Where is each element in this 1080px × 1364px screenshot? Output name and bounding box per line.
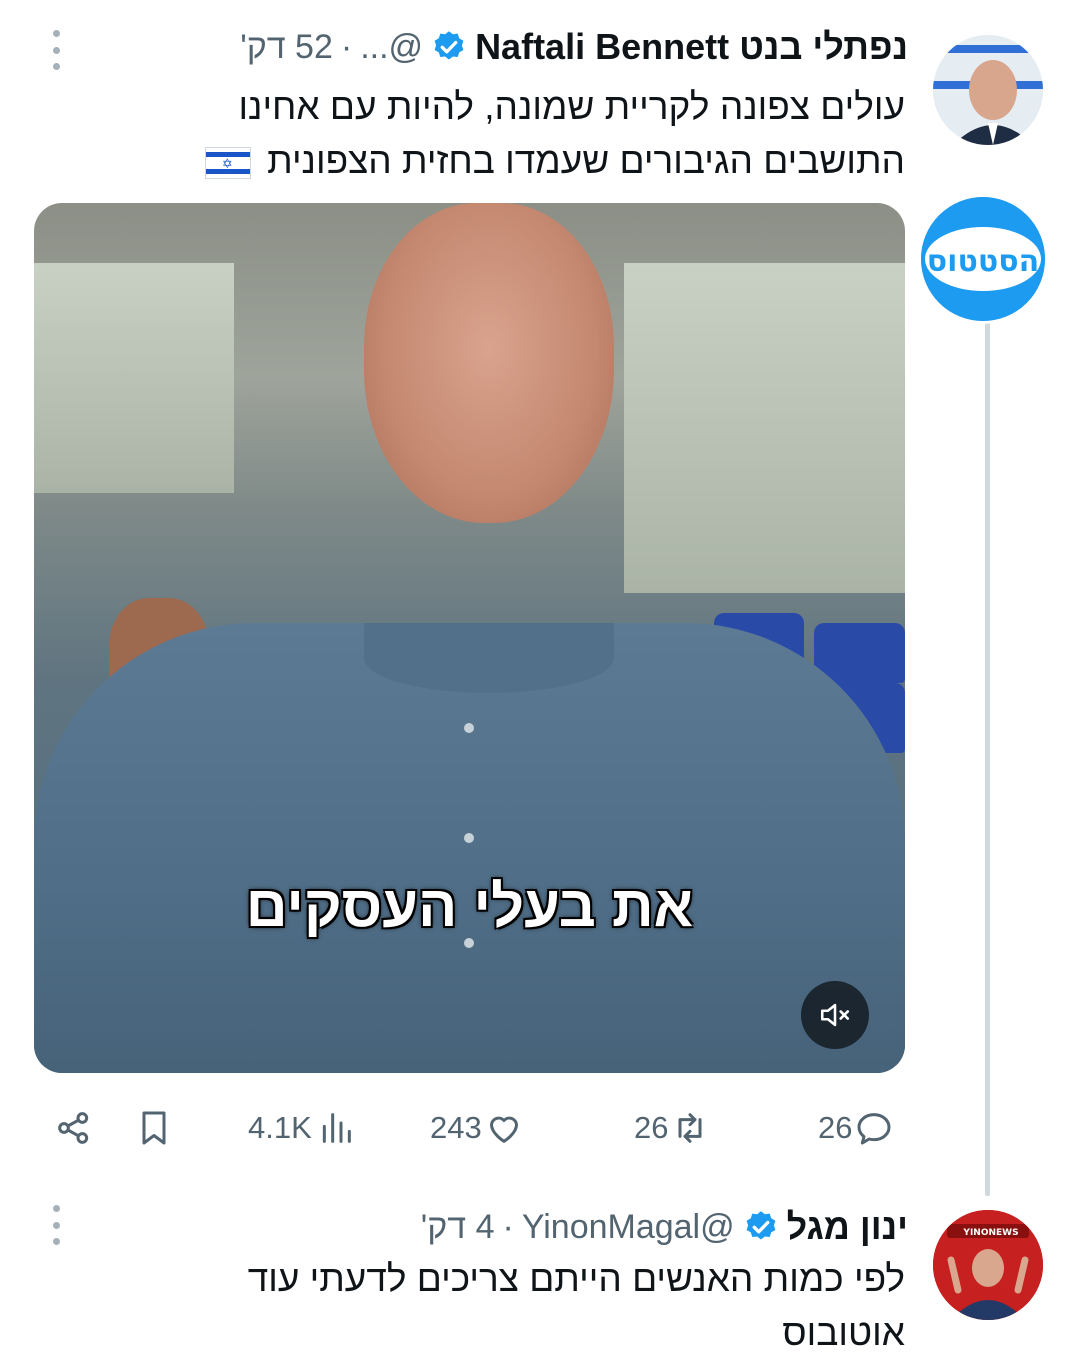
video-player[interactable]: את בעלי העסקים	[34, 203, 905, 1073]
like-button[interactable]: 243	[430, 1098, 524, 1158]
avatar-brand-text: YINONEWS	[962, 1228, 1018, 1238]
share-icon	[58, 1112, 89, 1144]
more-options-icon[interactable]	[48, 1205, 64, 1245]
views-button[interactable]: 4.1K	[248, 1098, 356, 1158]
tweet-timestamp[interactable]: 52 דק'	[240, 28, 333, 67]
bookmark-icon	[142, 1111, 166, 1145]
tweet-text: לפי כמות האנשים הייתם צריכים לדעתי עוד א…	[125, 1252, 905, 1360]
bus-window	[624, 263, 905, 593]
heart-icon	[489, 1116, 518, 1143]
author-handle[interactable]: @...	[360, 28, 423, 67]
video-subtitle: את בעלי העסקים	[245, 874, 694, 939]
likes-count: 243	[430, 1110, 482, 1145]
avatar[interactable]: YINONEWS	[933, 1210, 1043, 1320]
tweet-text: עולים צפונה לקריית שמונה, להיות עם אחינו…	[125, 80, 905, 188]
retweet-button[interactable]: 26	[634, 1098, 710, 1158]
tweet-timestamp[interactable]: 4 דק'	[421, 1208, 495, 1247]
author-name[interactable]: ינון מגל	[787, 1206, 908, 1248]
mute-button[interactable]	[801, 981, 869, 1049]
israel-flag-icon: ✡	[204, 147, 251, 180]
share-button[interactable]	[54, 1098, 94, 1158]
tweet-text-line: התושבים הגיבורים שעמדו בחזית הצפונית	[267, 140, 905, 181]
avatar[interactable]	[933, 35, 1043, 145]
tweet-header: נפתלי בנט Naftali Bennett @... · 52 דק'	[240, 22, 908, 72]
replies-count: 26	[818, 1110, 853, 1145]
reply-button[interactable]: 26	[818, 1098, 894, 1158]
retweet-icon	[678, 1113, 702, 1143]
views-count: 4.1K	[248, 1110, 312, 1145]
shirt-collar	[364, 623, 614, 693]
tweet[interactable]: הסטטוס נפתלי בנט Naftali Bennett @... · …	[0, 0, 1080, 1196]
status-badge-avatar[interactable]: הסטטוס	[918, 194, 1048, 324]
verified-badge-icon	[743, 1209, 779, 1245]
views-icon	[322, 1113, 351, 1143]
tweet-text-line: אוטובוס	[782, 1312, 905, 1353]
author-name[interactable]: נפתלי בנט Naftali Bennett	[475, 26, 908, 68]
speaker-head	[364, 203, 614, 523]
bus-window	[34, 263, 234, 493]
tweet-actions: 4.1K 243 26 26	[0, 1098, 1080, 1158]
tweet-text-line: עולים צפונה לקריית שמונה, להיות עם אחינו	[238, 86, 905, 127]
bus-seat	[814, 623, 905, 683]
reply-icon	[857, 1113, 891, 1145]
verified-badge-icon	[431, 29, 467, 65]
tweet-text-line: לפי כמות האנשים הייתם צריכים לדעתי עוד	[247, 1258, 905, 1299]
thread-line	[985, 320, 990, 1196]
speaker-muted-icon	[820, 1003, 850, 1027]
tweet-header: ינון מגל @YinonMagal · 4 דק'	[421, 1202, 908, 1252]
author-handle[interactable]: @YinonMagal	[522, 1208, 735, 1247]
badge-avatar-text: הסטטוס	[927, 244, 1039, 279]
bookmark-button[interactable]	[134, 1098, 174, 1158]
shirt-button	[464, 723, 474, 733]
more-options-icon[interactable]	[48, 30, 64, 70]
shirt-button	[464, 833, 474, 843]
meta-separator: ·	[340, 27, 353, 66]
retweets-count: 26	[634, 1110, 669, 1145]
meta-separator: ·	[502, 1207, 514, 1246]
